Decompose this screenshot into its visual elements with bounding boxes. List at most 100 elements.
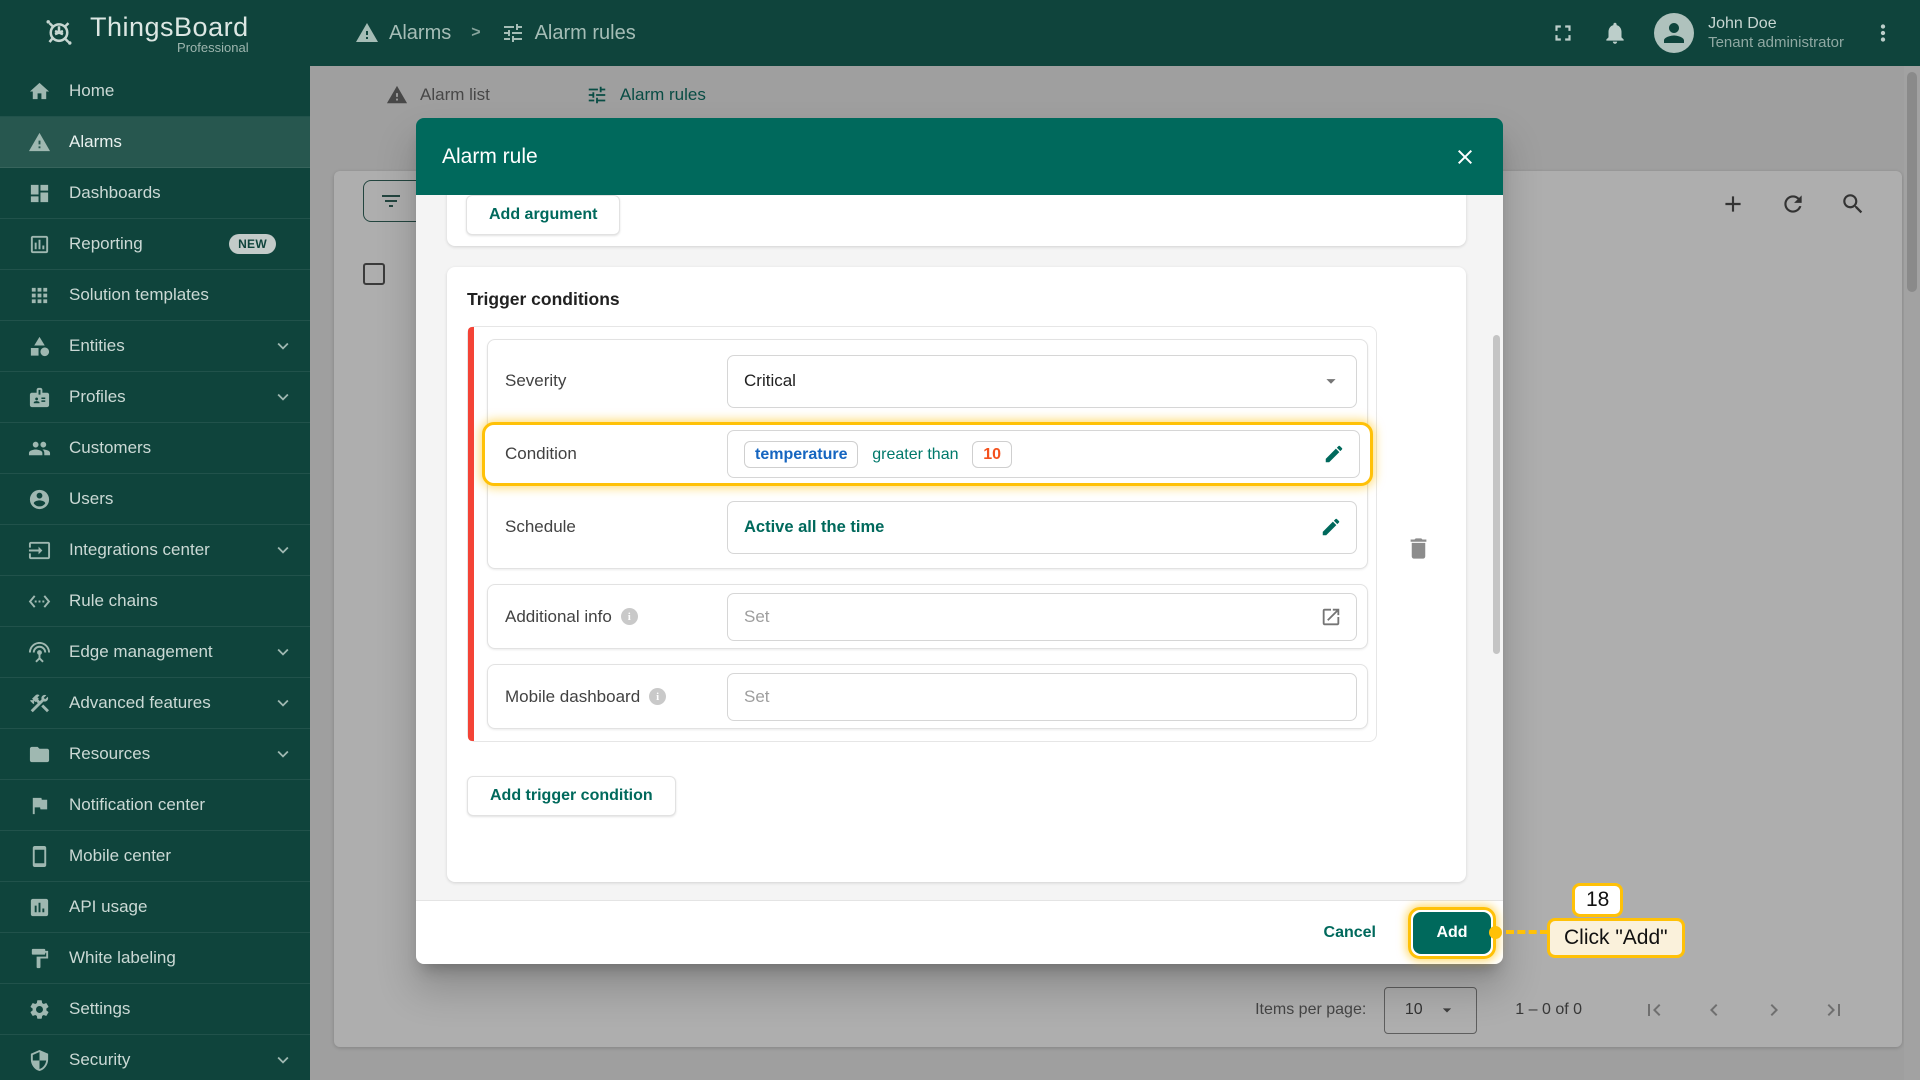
sidebar-item-edge-management[interactable]: Edge management (0, 627, 310, 678)
chevron-down-icon (272, 386, 294, 408)
sidebar-item-label: Edge management (69, 642, 213, 661)
sidebar-item-dashboards[interactable]: Dashboards (0, 168, 310, 219)
delete-trigger-icon[interactable] (1405, 535, 1432, 562)
condition-label: Condition (505, 444, 577, 463)
sidebar-item-reporting[interactable]: Reporting NEW (0, 219, 310, 270)
sidebar-item-profiles[interactable]: Profiles (0, 372, 310, 423)
sidebar-item-label: Users (69, 489, 114, 508)
shield-icon (28, 1049, 51, 1072)
fullscreen-icon[interactable] (1550, 20, 1576, 46)
additional-info-card: Additional info i Set (487, 584, 1368, 649)
sidebar-item-security[interactable]: Security (0, 1035, 310, 1080)
mobile-dashboard-field[interactable]: Set (727, 672, 1357, 721)
sidebar-item-label: Mobile center (69, 846, 172, 865)
top-bar: ThingsBoard Professional Alarms > Alarm … (0, 0, 1920, 66)
close-icon[interactable] (1453, 145, 1477, 169)
product-name: ThingsBoard (90, 11, 249, 42)
info-icon: i (649, 688, 667, 705)
modal-scrollbar[interactable] (1493, 335, 1500, 654)
alarm-rule-dialog: Alarm rule Add argument Trigger conditio… (416, 118, 1503, 964)
cancel-button[interactable]: Cancel (1314, 916, 1386, 950)
sidebar-item-entities[interactable]: Entities (0, 321, 310, 372)
edit-pencil-icon[interactable] (1320, 516, 1342, 538)
person-icon (1659, 18, 1689, 48)
sidebar-item-settings[interactable]: Settings (0, 984, 310, 1035)
avatar[interactable] (1654, 13, 1695, 53)
condition-operator: greater than (872, 446, 959, 463)
condition-field[interactable]: temperature greater than 10 (727, 430, 1360, 478)
reporting-icon (28, 233, 51, 256)
notifications-bell-icon[interactable] (1602, 20, 1628, 46)
thingsboard-logo-icon (40, 12, 78, 55)
sidebar-item-label: API usage (69, 897, 148, 916)
dialog-title: Alarm rule (442, 144, 538, 168)
user-info[interactable]: John Doe Tenant administrator (1708, 14, 1844, 53)
apps-icon (28, 284, 51, 307)
sidebar-item-label: Customers (69, 438, 152, 457)
sidebar-item-label: Dashboards (69, 183, 161, 202)
thingsboard-logo[interactable]: ThingsBoard Professional (0, 12, 249, 55)
user-role: Tenant administrator (1708, 33, 1844, 51)
smartphone-icon (28, 845, 51, 868)
person-icon (28, 488, 51, 511)
sidebar-item-customers[interactable]: Customers (0, 423, 310, 474)
sidebar-item-label: Rule chains (69, 591, 158, 610)
mobile-dashboard-card: Mobile dashboard i Set (487, 664, 1368, 729)
ethernet-icon (28, 590, 51, 613)
user-name: John Doe (1708, 14, 1777, 32)
chart-icon (28, 896, 51, 919)
dialog-header: Alarm rule (416, 118, 1503, 195)
sidebar-item-solution-templates[interactable]: Solution templates (0, 270, 310, 321)
more-vert-icon[interactable] (1870, 20, 1896, 46)
add-button[interactable]: Add (1413, 911, 1491, 954)
sidebar-item-api-usage[interactable]: API usage (0, 882, 310, 933)
breadcrumb-alarm-rules[interactable]: Alarm rules (501, 21, 636, 45)
schedule-field[interactable]: Active all the time (727, 500, 1357, 554)
sidebar-item-alarms[interactable]: Alarms (0, 117, 310, 168)
warning-icon (28, 131, 51, 154)
open-in-new-icon[interactable] (1320, 606, 1342, 628)
trigger-condition-block: Severity Critical Condition temperature (467, 326, 1377, 742)
additional-info-field[interactable]: Set (727, 592, 1357, 641)
category-icon (28, 335, 51, 358)
mobile-dashboard-label: Mobile dashboard (505, 686, 641, 706)
sidebar-item-mobile-center[interactable]: Mobile center (0, 831, 310, 882)
sidebar-item-advanced-features[interactable]: Advanced features (0, 678, 310, 729)
add-trigger-condition-button[interactable]: Add trigger condition (467, 776, 676, 816)
condition-row-highlighted: Condition temperature greater than 10 (482, 422, 1373, 486)
sidebar-item-label: Security (69, 1050, 131, 1069)
sidebar-item-resources[interactable]: Resources (0, 729, 310, 780)
required-marker-bar (468, 327, 474, 741)
condition-argument-chip: temperature (744, 441, 859, 468)
annotation-connector-dot (1489, 926, 1502, 939)
sidebar-item-label: Alarms (69, 132, 122, 151)
antenna-icon (28, 641, 51, 664)
sidebar-item-integrations-center[interactable]: Integrations center (0, 525, 310, 576)
gear-icon (28, 998, 51, 1021)
chevron-down-icon (272, 641, 294, 663)
new-badge: NEW (229, 234, 276, 254)
sidebar-item-rule-chains[interactable]: Rule chains (0, 576, 310, 627)
flag-icon (28, 794, 51, 817)
add-argument-button[interactable]: Add argument (466, 195, 621, 235)
sidebar-item-label: Entities (69, 336, 125, 355)
arguments-card: Add argument (447, 195, 1466, 246)
input-icon (28, 539, 51, 562)
sidebar-item-label: White labeling (69, 948, 176, 967)
chevron-down-icon (272, 335, 294, 357)
sidebar-item-white-labeling[interactable]: White labeling (0, 933, 310, 984)
sidebar-item-label: Resources (69, 744, 151, 763)
edit-pencil-icon[interactable] (1323, 443, 1345, 465)
sidebar-item-users[interactable]: Users (0, 474, 310, 525)
sidebar-item-label: Advanced features (69, 693, 211, 712)
sidebar-item-home[interactable]: Home (0, 66, 310, 117)
chevron-down-icon (272, 1049, 294, 1071)
paint-icon (28, 947, 51, 970)
dialog-body: Add argument Trigger conditions Severity… (416, 195, 1503, 900)
breadcrumb-alarms[interactable]: Alarms (355, 21, 451, 45)
additional-info-label: Additional info (505, 606, 612, 626)
severity-select[interactable]: Critical (727, 354, 1357, 408)
sidebar-item-notification-center[interactable]: Notification center (0, 780, 310, 831)
home-icon (28, 80, 51, 103)
breadcrumb: Alarms > Alarm rules (355, 0, 636, 66)
